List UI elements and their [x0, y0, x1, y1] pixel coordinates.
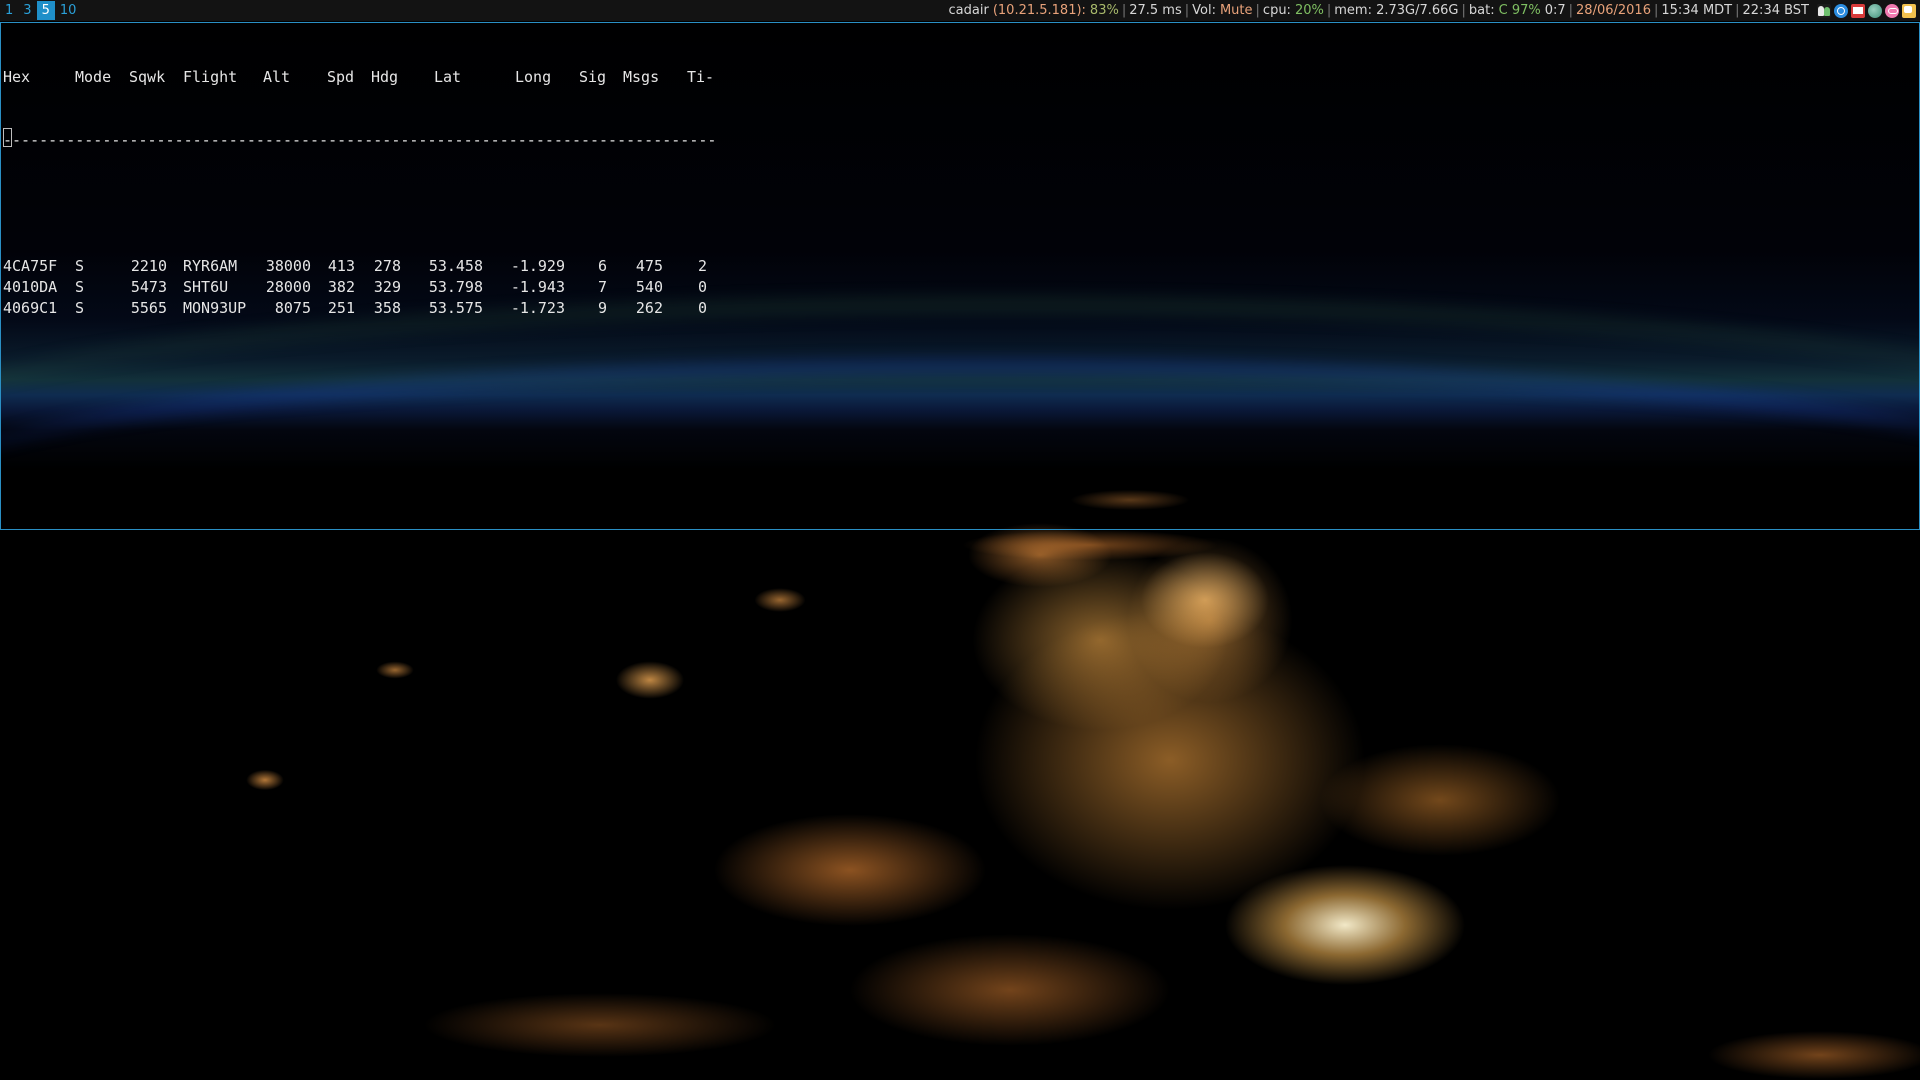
- col-header-long: Long: [515, 68, 552, 86]
- cell-lat: 53.575: [428, 299, 483, 317]
- col-header-alt: Alt: [263, 68, 291, 86]
- workspace-switcher: 1 3 5 10: [0, 0, 81, 21]
- top-status-bar: 1 3 5 10 cadair (10.21.5.181): 83% | 27.…: [0, 0, 1920, 21]
- cell-msgs: 475: [635, 257, 663, 275]
- cell-hex: 4010DA: [3, 278, 58, 296]
- cell-alt: 28000: [265, 278, 311, 296]
- globe-icon[interactable]: [1868, 3, 1882, 18]
- cell-hex: 4069C1: [3, 299, 58, 317]
- pink-app-icon[interactable]: [1885, 3, 1899, 18]
- cell-lat: 53.458: [428, 257, 483, 275]
- dump1090-output: Hex Mode Sqwk Flight Alt Spd Hdg Lat Lon…: [3, 25, 723, 361]
- time-mdt: 15:34 MDT: [1661, 3, 1733, 18]
- terminal-cursor: [3, 128, 12, 147]
- col-header-spd: Spd: [327, 68, 355, 86]
- cell-hdg: 358: [373, 299, 401, 317]
- cell-hdg: 329: [373, 278, 401, 296]
- cell-long: -1.929: [510, 257, 565, 275]
- cell-long: -1.943: [510, 278, 565, 296]
- aircraft-row: 4069C1 S 5565 MON93UP 8075 251 358 53.575 -1.723…: [3, 298, 723, 319]
- workspace-3[interactable]: 3: [18, 1, 36, 20]
- chat-icon[interactable]: [1902, 3, 1916, 18]
- cell-sqwk: 5473: [130, 278, 167, 296]
- cell-msgs: 540: [635, 278, 663, 296]
- cell-sig: 9: [597, 299, 607, 317]
- cell-msgs: 262: [635, 299, 663, 317]
- cell-mode: S: [75, 278, 85, 296]
- workspace-1[interactable]: 1: [0, 1, 18, 20]
- col-header-flight: Flight: [183, 68, 238, 86]
- aircraft-row: 4010DA S 5473 SHT6U 28000 382 329 53.798 -1.943 7…: [3, 277, 723, 298]
- cell-ti: 2: [697, 257, 707, 275]
- cell-spd: 413: [327, 257, 355, 275]
- col-header-sqwk: Sqwk: [129, 68, 166, 86]
- cell-flight: RYR6AM: [183, 257, 238, 275]
- cell-ti: 0: [697, 299, 707, 317]
- cpu-value: 20%: [1294, 3, 1324, 18]
- desktop: 1 3 5 10 cadair (10.21.5.181): 83% | 27.…: [0, 0, 1920, 1080]
- cell-alt: 8075: [274, 299, 311, 317]
- separator-line: ----------------------------------------…: [3, 131, 715, 149]
- cell-sqwk: 2210: [130, 257, 167, 275]
- col-header-msgs: Msgs: [623, 68, 660, 86]
- battery-label: bat:: [1468, 3, 1495, 18]
- workspace-10[interactable]: 10: [55, 1, 82, 20]
- separator-row: ----------------------------------------…: [3, 130, 723, 151]
- cell-sqwk: 5565: [130, 299, 167, 317]
- time-bst: 22:34 BST: [1742, 3, 1809, 18]
- memory: mem: 2.73G/7.66G: [1334, 3, 1459, 18]
- cell-sig: 6: [597, 257, 607, 275]
- col-header-hdg: Hdg: [371, 68, 399, 86]
- volume-label: Vol:: [1192, 3, 1216, 18]
- col-header-hex: Hex: [3, 68, 31, 86]
- col-header-lat: Lat: [434, 68, 462, 86]
- wifi-strength: 83%: [1089, 3, 1119, 18]
- cell-alt: 38000: [265, 257, 311, 275]
- aircraft-list: 4CA75F S 2210 RYR6AM 38000 413 278 53.458 -1.929…: [3, 256, 723, 319]
- col-header-mode: Mode: [75, 68, 112, 86]
- battery-value: C 97%: [1498, 3, 1541, 18]
- cell-ti: 0: [697, 278, 707, 296]
- blank-row: [3, 193, 723, 214]
- cell-mode: S: [75, 257, 85, 275]
- hostname: cadair: [948, 3, 989, 18]
- sync-icon[interactable]: [1834, 3, 1848, 18]
- volume-value[interactable]: Mute: [1218, 0, 1255, 21]
- cell-long: -1.723: [510, 299, 565, 317]
- cell-flight: MON93UP: [183, 299, 247, 317]
- system-status: cadair (10.21.5.181): 83% | 27.5 ms | Vo…: [947, 0, 1920, 21]
- cell-sig: 7: [597, 278, 607, 296]
- cell-lat: 53.798: [428, 278, 483, 296]
- cell-flight: SHT6U: [183, 278, 229, 296]
- battery-time: 0:7: [1544, 3, 1566, 18]
- workspace-5[interactable]: 5: [36, 1, 55, 20]
- cell-mode: S: [75, 299, 85, 317]
- aircraft-row: 4CA75F S 2210 RYR6AM 38000 413 278 53.458 -1.929…: [3, 256, 723, 277]
- system-tray: [1817, 3, 1916, 18]
- ping: 27.5 ms: [1129, 3, 1182, 18]
- date: 28/06/2016: [1576, 3, 1651, 18]
- terminal-window[interactable]: Hex Mode Sqwk Flight Alt Spd Hdg Lat Lon…: [0, 22, 1920, 530]
- cell-spd: 382: [327, 278, 355, 296]
- people-icon[interactable]: [1817, 3, 1831, 18]
- cpu-label: cpu:: [1262, 3, 1291, 18]
- mail-icon[interactable]: [1851, 3, 1865, 18]
- cell-spd: 251: [327, 299, 355, 317]
- table-header-row: Hex Mode Sqwk Flight Alt Spd Hdg Lat Lon…: [3, 67, 723, 88]
- cell-hex: 4CA75F: [3, 257, 58, 275]
- col-header-ti: Ti-: [687, 68, 715, 86]
- ip-address: (10.21.5.181):: [992, 3, 1086, 18]
- col-header-sig: Sig: [579, 68, 607, 86]
- cell-hdg: 278: [373, 257, 401, 275]
